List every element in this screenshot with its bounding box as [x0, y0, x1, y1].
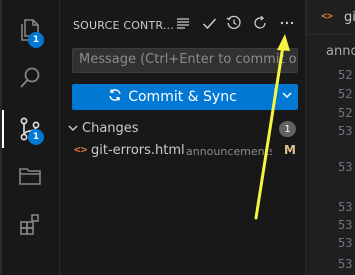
refresh-button[interactable]	[249, 14, 271, 36]
explorer-badge: 1	[28, 32, 44, 48]
line-number: 52	[338, 68, 353, 82]
chevron-down-icon	[67, 122, 79, 138]
commit-options-dropdown[interactable]	[276, 84, 298, 110]
tab-border	[306, 0, 307, 35]
file-directory: announcements	[186, 145, 272, 158]
commit-button-toolbar[interactable]	[198, 14, 220, 36]
file-name: git-errors.html	[91, 143, 185, 158]
sync-icon	[108, 88, 122, 106]
search-icon	[17, 65, 43, 91]
line-number: 53	[338, 218, 353, 232]
source-control-panel: SOURCE CONTR... Message (Ctrl+Enter to c…	[60, 0, 306, 275]
line-number: 52	[338, 106, 353, 120]
line-number: 53	[338, 257, 353, 271]
history-button[interactable]	[223, 14, 245, 36]
more-actions-icon	[279, 15, 295, 35]
html-file-icon: <>	[321, 11, 334, 22]
tab-label: gi	[344, 10, 355, 25]
folders-button[interactable]	[10, 156, 50, 196]
line-number: 53	[338, 160, 353, 174]
activity-bar: 1 1	[0, 0, 60, 275]
line-number: 52	[338, 87, 353, 101]
view-as-tree-icon	[176, 16, 190, 34]
folder-icon	[17, 163, 43, 189]
changes-count-badge: 1	[279, 121, 296, 137]
active-indicator	[2, 110, 4, 148]
line-number: 53	[338, 124, 353, 138]
changes-group-header[interactable]: Changes 1	[60, 118, 306, 140]
extensions-button[interactable]	[10, 205, 50, 245]
view-as-tree-button[interactable]	[172, 14, 194, 36]
html-file-icon: <>	[74, 143, 88, 156]
editor-area: <> gi anno 52 52 52 53 53 53 53 53 53	[306, 0, 355, 275]
commit-message-input[interactable]: Message (Ctrl+Enter to commit o...	[72, 48, 298, 73]
commit-button-label: Commit & Sync	[128, 89, 237, 105]
source-control-badge: 1	[28, 129, 44, 145]
more-actions-button[interactable]	[276, 14, 298, 36]
panel-title: SOURCE CONTR...	[73, 19, 174, 32]
commit-message-placeholder: Message (Ctrl+Enter to commit o...	[79, 52, 298, 67]
commit-main-action[interactable]: Commit & Sync	[72, 84, 273, 110]
editor-tab[interactable]: <> gi	[306, 0, 355, 35]
chevron-down-icon	[281, 89, 293, 105]
changed-file-item[interactable]: <> git-errors.html announcements M	[60, 140, 306, 162]
breadcrumb[interactable]: anno	[326, 44, 355, 59]
changes-label: Changes	[82, 121, 139, 136]
refresh-icon	[252, 15, 268, 35]
commit-check-icon	[202, 16, 217, 35]
search-button[interactable]	[10, 58, 50, 98]
extensions-icon	[17, 212, 43, 238]
line-number: 53	[338, 236, 353, 250]
line-number: 53	[338, 200, 353, 214]
file-status-modified: M	[284, 143, 296, 157]
history-icon	[226, 15, 242, 35]
commit-button-divider	[274, 88, 275, 106]
commit-and-sync-button[interactable]: Commit & Sync	[72, 84, 298, 110]
